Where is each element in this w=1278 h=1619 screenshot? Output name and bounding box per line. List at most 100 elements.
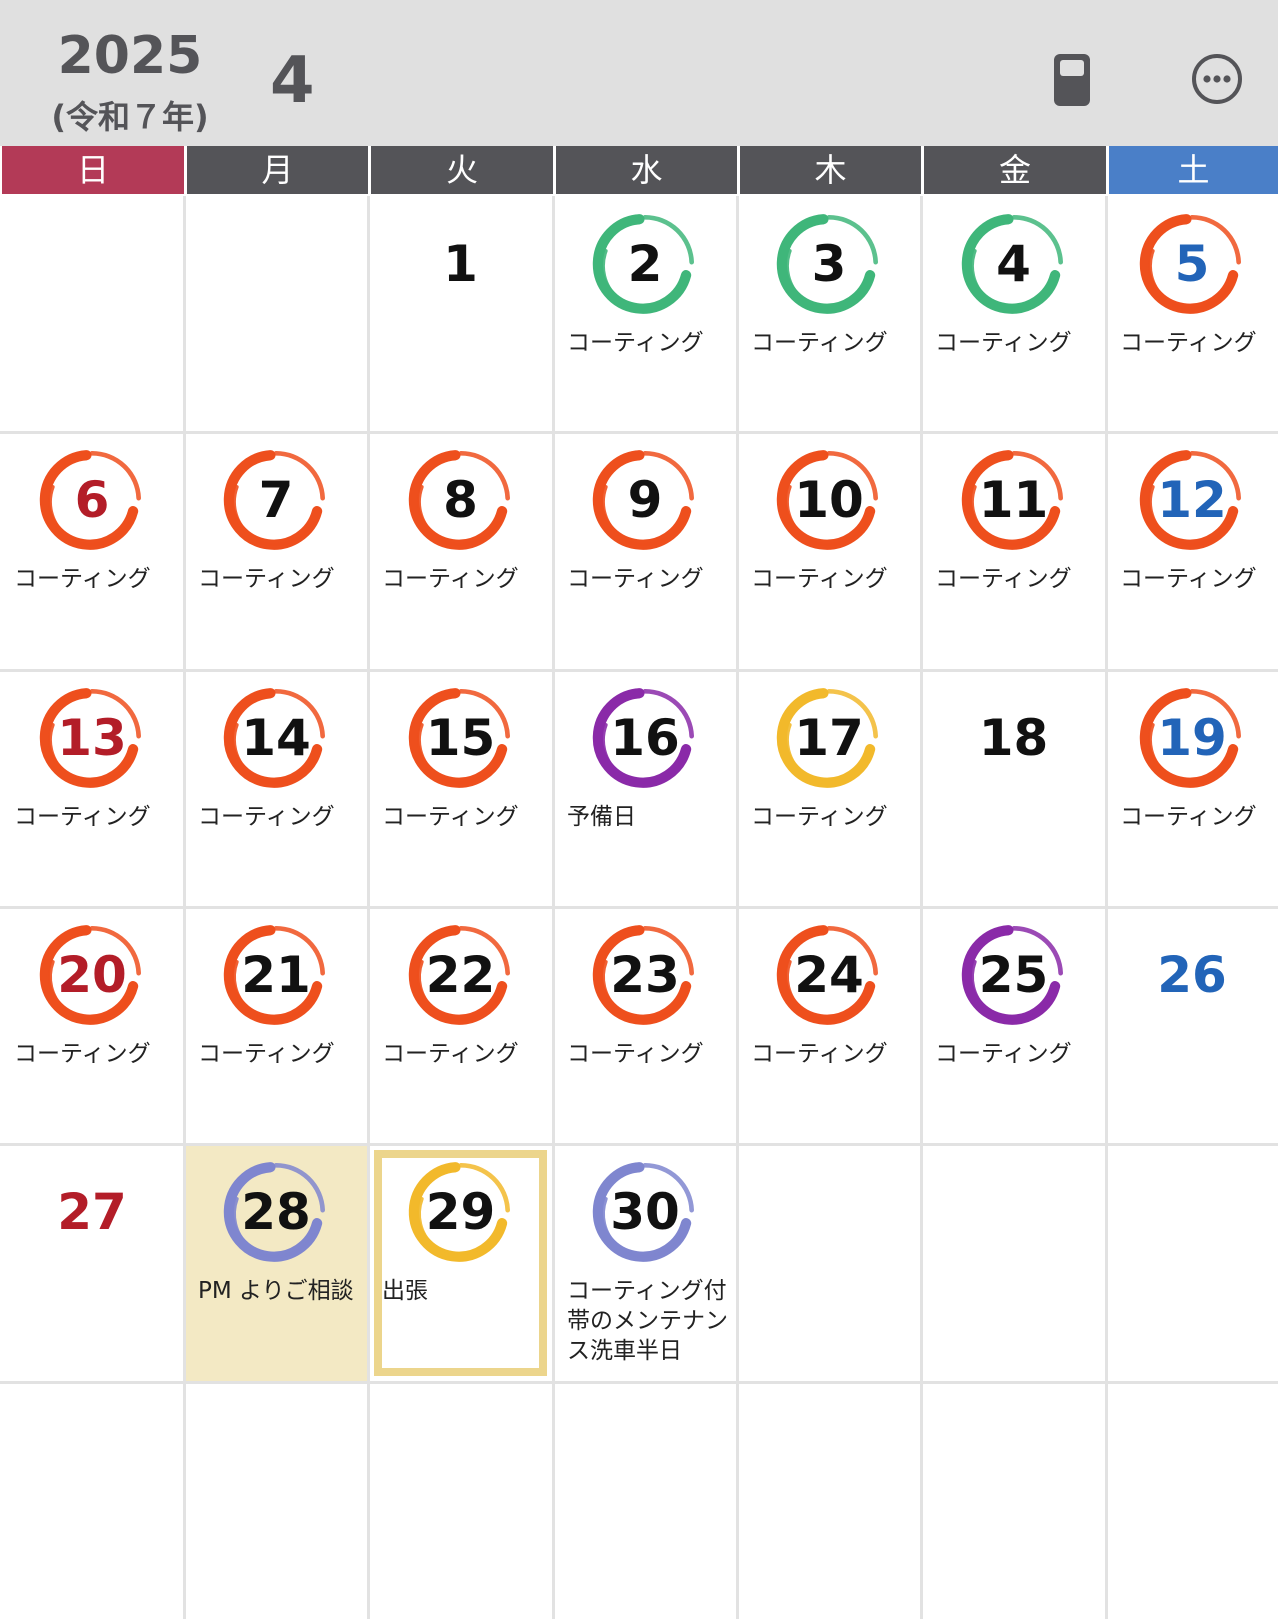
day-number: 15 bbox=[425, 709, 496, 767]
day-number: 10 bbox=[794, 471, 864, 529]
day-number: 28 bbox=[241, 1183, 311, 1241]
weekday-thu: 木 bbox=[740, 146, 921, 194]
day-number: 12 bbox=[1157, 471, 1227, 529]
empty-cell bbox=[921, 1382, 1106, 1619]
calendar-header: 2025 (令和７年) 4 bbox=[0, 0, 1278, 146]
day-cell-29[interactable]: 29 出張 bbox=[368, 1144, 553, 1382]
weekday-sat: 土 bbox=[1109, 146, 1278, 194]
weekday-header-row: 日月火水木金土 bbox=[0, 146, 1278, 194]
day-cell-27[interactable]: 27 bbox=[0, 1144, 184, 1382]
day-cell-23[interactable]: 23 コーティング bbox=[553, 907, 737, 1144]
event-label: コーティング bbox=[1120, 330, 1257, 356]
day-number: 7 bbox=[258, 471, 294, 529]
day-number: 3 bbox=[811, 235, 847, 293]
day-number: 22 bbox=[425, 946, 496, 1004]
empty-cell bbox=[368, 1382, 553, 1619]
day-number: 13 bbox=[57, 709, 127, 767]
day-cell-30[interactable]: 30 コーティング付帯のメンテナンス洗車半日 bbox=[553, 1144, 737, 1382]
empty-cell bbox=[1106, 1382, 1278, 1619]
day-number: 20 bbox=[57, 946, 127, 1004]
empty-cell bbox=[921, 1144, 1106, 1382]
day-cell-6[interactable]: 6 コーティング bbox=[0, 432, 184, 670]
calculator-icon[interactable] bbox=[1052, 52, 1092, 108]
day-cell-9[interactable]: 9 コーティング bbox=[553, 432, 737, 670]
event-label: コーティング bbox=[198, 1041, 335, 1067]
weekday-fri: 金 bbox=[924, 146, 1106, 194]
event-label: コーティング bbox=[14, 804, 151, 830]
day-cell-3[interactable]: 3 コーティング bbox=[737, 196, 921, 432]
weekday-sun: 日 bbox=[2, 146, 184, 194]
day-number: 1 bbox=[443, 235, 478, 293]
day-cell-13[interactable]: 13 コーティング bbox=[0, 670, 184, 907]
day-number: 29 bbox=[425, 1183, 496, 1241]
event-label: コーティング bbox=[935, 1041, 1072, 1067]
day-number: 11 bbox=[978, 471, 1049, 529]
grid-divider bbox=[0, 431, 1278, 434]
day-cell-11[interactable]: 11 コーティング bbox=[921, 432, 1106, 670]
day-cell-8[interactable]: 8 コーティング bbox=[368, 432, 553, 670]
more-options-icon[interactable] bbox=[1190, 52, 1244, 106]
day-cell-15[interactable]: 15 コーティング bbox=[368, 670, 553, 907]
day-cell-24[interactable]: 24 コーティング bbox=[737, 907, 921, 1144]
day-cell-26[interactable]: 26 bbox=[1106, 907, 1278, 1144]
event-label: コーティング bbox=[567, 1041, 704, 1067]
event-label: コーティング bbox=[1120, 804, 1257, 830]
event-label: コーティング bbox=[567, 566, 704, 592]
event-label: コーティング bbox=[14, 566, 151, 592]
day-number: 2 bbox=[627, 235, 663, 293]
grid-divider bbox=[0, 1381, 1278, 1384]
day-cell-4[interactable]: 4 コーティング bbox=[921, 196, 1106, 432]
event-label: コーティング bbox=[382, 566, 519, 592]
day-cell-21[interactable]: 21 コーティング bbox=[184, 907, 368, 1144]
day-cell-14[interactable]: 14 コーティング bbox=[184, 670, 368, 907]
empty-cell bbox=[553, 1382, 737, 1619]
day-number: 5 bbox=[1174, 235, 1210, 293]
day-cell-18[interactable]: 18 bbox=[921, 670, 1106, 907]
day-number: 17 bbox=[794, 709, 864, 767]
weekday-mon: 月 bbox=[187, 146, 368, 194]
day-number: 30 bbox=[610, 1183, 680, 1241]
empty-cell bbox=[184, 196, 368, 432]
day-cell-19[interactable]: 19 コーティング bbox=[1106, 670, 1278, 907]
weekday-tue: 火 bbox=[371, 146, 553, 194]
day-number: 19 bbox=[1157, 709, 1227, 767]
month-label[interactable]: 4 bbox=[270, 44, 315, 118]
event-label: コーティング付帯のメンテナンス洗車半日 bbox=[567, 1278, 728, 1364]
day-cell-7[interactable]: 7 コーティング bbox=[184, 432, 368, 670]
era-label: (令和７年) bbox=[51, 98, 209, 136]
event-label: 出張 bbox=[382, 1278, 428, 1304]
event-label: コーティング bbox=[751, 330, 888, 356]
day-cell-25[interactable]: 25 コーティング bbox=[921, 907, 1106, 1144]
day-number: 9 bbox=[627, 471, 663, 529]
day-cell-2[interactable]: 2 コーティング bbox=[553, 196, 737, 432]
event-label: コーティング bbox=[751, 804, 888, 830]
day-number: 21 bbox=[241, 946, 311, 1004]
day-cell-1[interactable]: 1 bbox=[368, 196, 553, 432]
empty-cell bbox=[737, 1382, 921, 1619]
empty-cell bbox=[0, 196, 184, 432]
event-label: コーティング bbox=[567, 330, 704, 356]
day-cell-17[interactable]: 17 コーティング bbox=[737, 670, 921, 907]
grid-divider bbox=[0, 906, 1278, 909]
event-label: コーティング bbox=[198, 566, 335, 592]
day-cell-16[interactable]: 16 予備日 bbox=[553, 670, 737, 907]
day-cell-20[interactable]: 20 コーティング bbox=[0, 907, 184, 1144]
day-number: 14 bbox=[241, 709, 311, 767]
event-label: コーティング bbox=[382, 804, 519, 830]
day-cell-12[interactable]: 12 コーティング bbox=[1106, 432, 1278, 670]
empty-cell bbox=[737, 1144, 921, 1382]
day-number: 26 bbox=[1157, 946, 1227, 1004]
event-label: コーティング bbox=[198, 804, 335, 830]
year-label: 2025 bbox=[57, 26, 203, 86]
day-number: 18 bbox=[978, 709, 1049, 767]
day-cell-28[interactable]: 28 PM よりご相談 bbox=[184, 1144, 368, 1382]
day-cell-5[interactable]: 5 コーティング bbox=[1106, 196, 1278, 432]
day-number: 6 bbox=[74, 471, 110, 529]
event-label: 予備日 bbox=[567, 804, 636, 830]
empty-cell bbox=[0, 1382, 184, 1619]
day-cell-22[interactable]: 22 コーティング bbox=[368, 907, 553, 1144]
empty-cell bbox=[184, 1382, 368, 1619]
day-cell-10[interactable]: 10 コーティング bbox=[737, 432, 921, 670]
grid-divider bbox=[0, 1143, 1278, 1146]
day-number: 23 bbox=[610, 946, 680, 1004]
